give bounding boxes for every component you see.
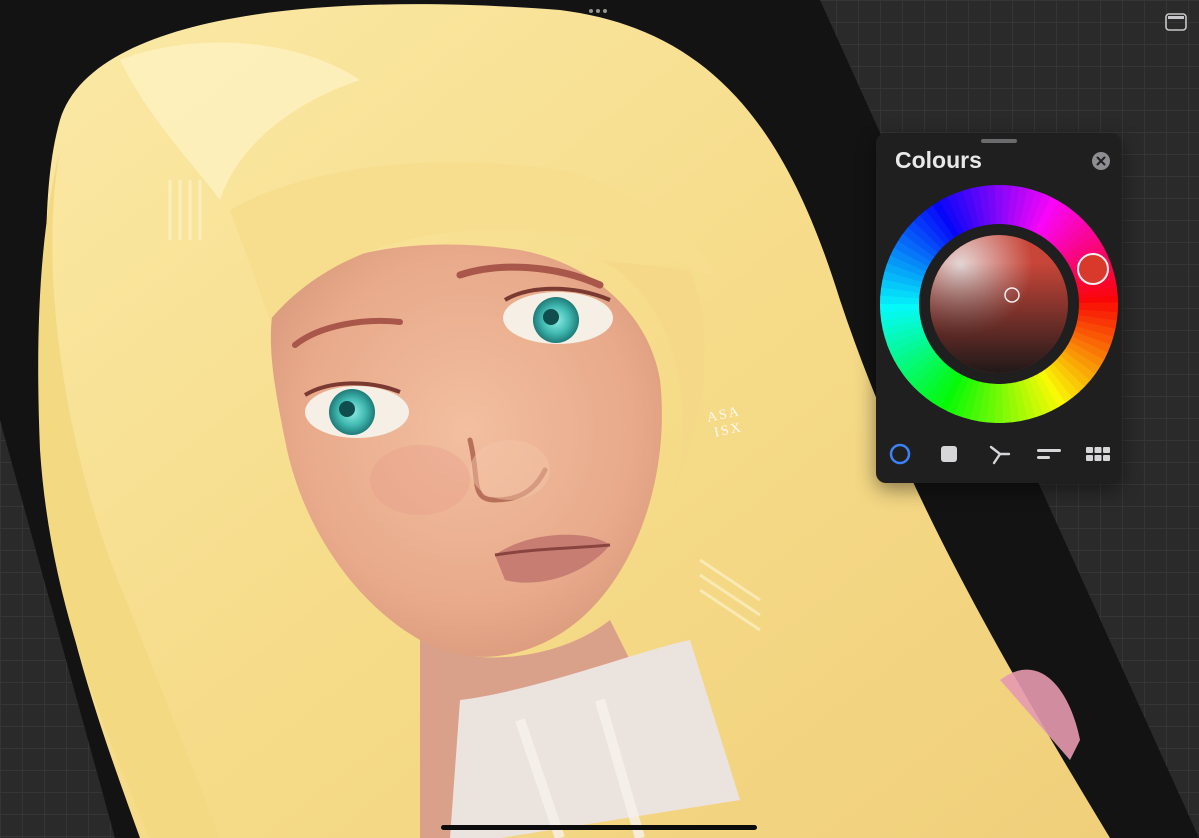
hue-picker-handle[interactable] [1077, 253, 1109, 285]
colour-disc-icon[interactable] [885, 439, 915, 469]
colour-disc[interactable] [880, 185, 1118, 423]
panel-grabber[interactable] [981, 139, 1017, 143]
grid-icon[interactable] [1083, 439, 1113, 469]
sidebar-toggle-icon[interactable] [1165, 13, 1187, 31]
colours-panel: Colours [876, 133, 1121, 483]
multitasking-dots-icon[interactable] [589, 9, 607, 13]
app-screen: ASA ISX Colours [0, 0, 1199, 838]
harmony-icon[interactable] [985, 439, 1015, 469]
square-icon[interactable] [934, 439, 964, 469]
close-icon[interactable] [1092, 152, 1110, 170]
colour-mode-tabs [876, 439, 1121, 469]
sliders-icon[interactable] [1034, 439, 1064, 469]
home-indicator[interactable] [441, 825, 757, 830]
panel-title: Colours [895, 147, 982, 173]
